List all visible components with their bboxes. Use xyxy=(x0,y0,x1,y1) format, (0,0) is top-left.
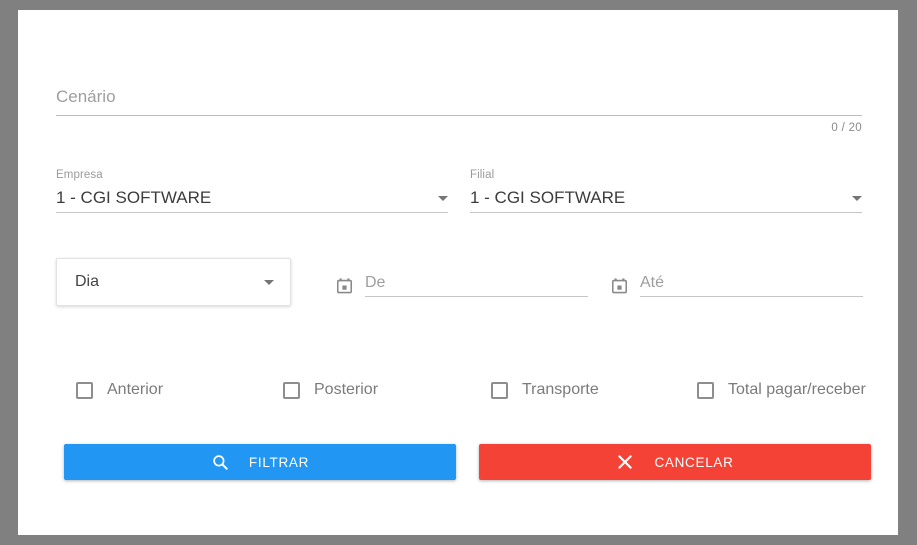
checkbox-box[interactable] xyxy=(697,381,714,399)
calendar-icon[interactable] xyxy=(336,277,353,294)
checkbox-posterior[interactable]: Posterior xyxy=(283,372,378,408)
date-to-input[interactable]: Até xyxy=(640,272,863,296)
filial-value: 1 - CGI SOFTWARE xyxy=(470,188,626,207)
checkbox-box[interactable] xyxy=(491,381,508,399)
cenario-char-counter: 0 / 20 xyxy=(831,122,862,134)
checkbox-anterior[interactable]: Anterior xyxy=(76,372,163,408)
checkbox-label: Posterior xyxy=(314,381,379,398)
cenario-underline xyxy=(56,115,862,116)
empresa-select[interactable]: Empresa 1 - CGI SOFTWARE xyxy=(56,168,448,213)
cancel-button[interactable]: CANCELAR xyxy=(479,444,871,480)
chevron-down-icon[interactable] xyxy=(438,195,448,201)
filial-underline xyxy=(470,212,862,213)
empresa-underline xyxy=(56,212,448,213)
chevron-down-icon[interactable] xyxy=(852,195,862,201)
filter-dialog: Cenário 0 / 20 Empresa 1 - CGI SOFTWARE … xyxy=(18,10,898,535)
checkbox-box[interactable] xyxy=(283,381,300,399)
empresa-label: Empresa xyxy=(56,169,103,181)
options-checkbox-row: Anterior Posterior Transporte Total paga… xyxy=(58,372,878,408)
checkbox-total-pagar-receber[interactable]: Total pagar/receber xyxy=(697,372,866,408)
periodo-dropdown[interactable]: Dia xyxy=(56,258,291,306)
cancel-button-label: CANCELAR xyxy=(654,454,734,470)
date-to-field[interactable]: Até xyxy=(611,272,863,297)
empresa-value: 1 - CGI SOFTWARE xyxy=(56,188,212,207)
filter-button-label: FILTRAR xyxy=(248,454,310,470)
checkbox-label: Anterior xyxy=(107,381,164,398)
filial-label: Filial xyxy=(470,169,495,181)
chevron-down-icon[interactable] xyxy=(264,279,274,285)
date-from-field[interactable]: De xyxy=(336,272,588,297)
search-icon xyxy=(213,455,228,470)
filial-select[interactable]: Filial 1 - CGI SOFTWARE xyxy=(470,168,862,213)
calendar-icon[interactable] xyxy=(611,277,628,294)
close-icon xyxy=(618,455,633,469)
date-to-underline xyxy=(640,296,863,297)
cenario-input[interactable]: Cenário xyxy=(56,85,862,115)
filter-button[interactable]: FILTRAR xyxy=(64,444,456,480)
date-from-underline xyxy=(365,296,588,297)
periodo-value: Dia xyxy=(75,273,100,290)
checkbox-box[interactable] xyxy=(76,381,93,399)
checkbox-label: Total pagar/receber xyxy=(728,381,866,398)
checkbox-label: Transporte xyxy=(522,381,599,398)
date-from-input[interactable]: De xyxy=(365,272,588,296)
checkbox-transporte[interactable]: Transporte xyxy=(491,372,599,408)
cenario-field: Cenário 0 / 20 xyxy=(56,85,862,134)
